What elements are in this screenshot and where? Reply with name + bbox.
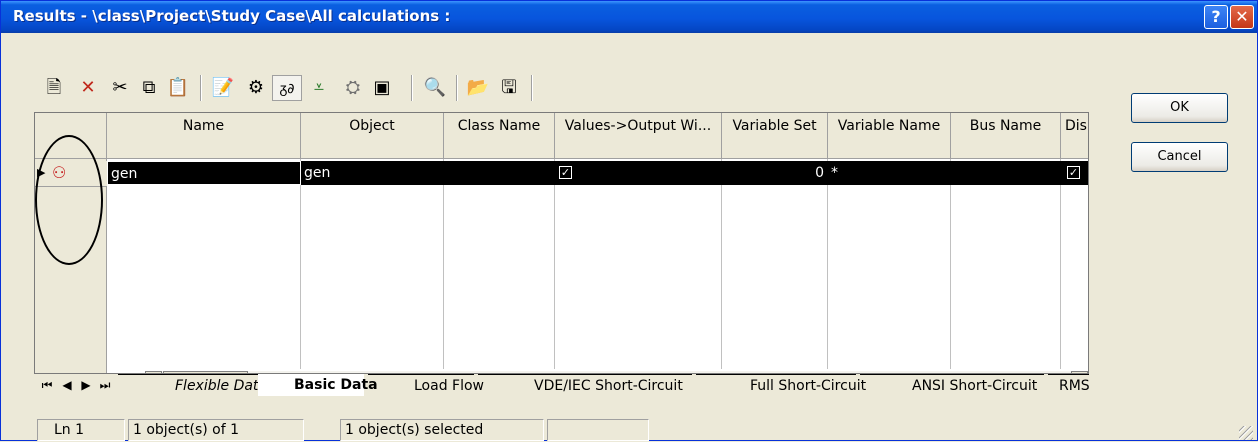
cell-display[interactable]: ✓ bbox=[1061, 161, 1088, 185]
status-empty-panel bbox=[547, 419, 649, 441]
column-header[interactable]: Values->Output Wi... bbox=[555, 113, 722, 159]
toolbar-separator bbox=[200, 75, 202, 101]
column-header[interactable]: Bus Name bbox=[951, 113, 1061, 159]
title-bar[interactable]: Results - \class\Project\Study Case\All … bbox=[1, 1, 1257, 33]
column-body bbox=[301, 159, 444, 369]
column-body bbox=[722, 159, 828, 369]
column-header[interactable]: Displa bbox=[1061, 113, 1088, 159]
copy-icon[interactable]: ⧉ bbox=[136, 75, 162, 101]
row-header-column: ▶ ⚇ bbox=[35, 135, 107, 373]
tab-rms[interactable]: RMS bbox=[1048, 374, 1089, 396]
column-body bbox=[828, 159, 951, 369]
cell-class-name[interactable] bbox=[444, 161, 555, 185]
cell-values-output[interactable]: ✓ bbox=[555, 161, 722, 185]
tab-load-flow[interactable]: Load Flow bbox=[368, 374, 484, 396]
status-bar: Ln 1 1 object(s) of 1 1 object(s) select… bbox=[1, 413, 1257, 442]
new-window-icon[interactable]: ▣ bbox=[369, 75, 395, 101]
column-body bbox=[951, 159, 1061, 369]
tree-icon[interactable]: ⛭ bbox=[340, 75, 366, 101]
toolbar-separator bbox=[456, 75, 458, 101]
previous-tab-icon[interactable]: ◀ bbox=[58, 376, 76, 394]
help-button[interactable]: ? bbox=[1204, 5, 1228, 29]
close-button[interactable]: ✕ bbox=[1230, 5, 1254, 29]
tab-full-short-circuit[interactable]: Full Short-Circuit bbox=[696, 374, 866, 396]
tab-ansi-short-circuit[interactable]: ANSI Short-Circuit bbox=[860, 374, 1044, 396]
edit-icon[interactable]: 📝 bbox=[210, 75, 236, 101]
tab-vde-iec-short-circuit[interactable]: VDE/IEC Short-Circuit bbox=[478, 374, 692, 396]
cut-icon[interactable]: ✂ bbox=[107, 75, 133, 101]
window-title: Results - \class\Project\Study Case\All … bbox=[13, 7, 451, 25]
status-selection: 1 object(s) selected bbox=[340, 419, 544, 441]
find-icon[interactable]: 🔍 bbox=[422, 75, 448, 101]
toolbar: 🗎 ✕ ✂ ⧉ 📋 📝 ⚙ ᵹ∂ ⩡ ⛭ ▣ 🔍 📂 🖫 bbox=[35, 65, 1115, 105]
sheet-tab-bar: ⏮ ◀ ▶ ⏭ Flexible Data Basic Data Load Fl… bbox=[34, 374, 1089, 398]
column-body bbox=[107, 159, 301, 369]
status-object-count: 1 object(s) of 1 bbox=[128, 419, 304, 441]
cancel-button[interactable]: Cancel bbox=[1131, 142, 1228, 172]
gear-icon[interactable]: ⚙ bbox=[243, 75, 269, 101]
status-line: Ln 1 bbox=[37, 419, 125, 441]
column-header[interactable]: Variable Name bbox=[828, 113, 951, 159]
view-icon[interactable]: ᵹ∂ bbox=[272, 75, 302, 101]
values-output-checkbox[interactable]: ✓ bbox=[559, 166, 572, 179]
cell-object[interactable]: gen bbox=[301, 161, 444, 185]
column-header[interactable]: Object bbox=[301, 113, 444, 159]
open-icon[interactable]: 📂 bbox=[465, 75, 491, 101]
cell-variable-set[interactable]: 0 bbox=[722, 161, 828, 185]
new-object-icon[interactable]: 🗎 bbox=[41, 75, 67, 101]
display-checkbox[interactable]: ✓ bbox=[1067, 166, 1080, 179]
delete-icon[interactable]: ✕ bbox=[75, 75, 101, 101]
cell-name[interactable]: gen bbox=[107, 161, 301, 185]
first-tab-icon[interactable]: ⏮ bbox=[38, 376, 56, 394]
ok-button[interactable]: OK bbox=[1131, 93, 1228, 123]
resize-grip[interactable] bbox=[1239, 426, 1253, 440]
filter-icon[interactable]: ⩡ bbox=[306, 75, 332, 101]
column-body bbox=[444, 159, 555, 369]
cell-bus-name[interactable] bbox=[951, 161, 1061, 185]
tab-flexible-data[interactable]: Flexible Data bbox=[118, 374, 268, 396]
column-header[interactable]: Class Name bbox=[444, 113, 555, 159]
last-tab-icon[interactable]: ⏭ bbox=[96, 376, 114, 394]
toolbar-separator bbox=[411, 75, 413, 101]
tab-basic-data[interactable]: Basic Data bbox=[258, 374, 378, 396]
cell-variable-name[interactable]: * bbox=[828, 161, 951, 185]
save-icon[interactable]: 🖫 bbox=[496, 75, 522, 101]
results-table: Name Object Class Name Values->Output Wi… bbox=[34, 112, 1089, 374]
column-header[interactable]: Name bbox=[107, 113, 301, 159]
column-body bbox=[555, 159, 722, 369]
toolbar-separator bbox=[531, 75, 533, 101]
column-header[interactable]: Variable Set bbox=[722, 113, 828, 159]
results-dialog: Results - \class\Project\Study Case\All … bbox=[0, 0, 1258, 441]
highlight-ellipse bbox=[35, 135, 103, 265]
next-tab-icon[interactable]: ▶ bbox=[77, 376, 95, 394]
paste-icon[interactable]: 📋 bbox=[165, 75, 191, 101]
